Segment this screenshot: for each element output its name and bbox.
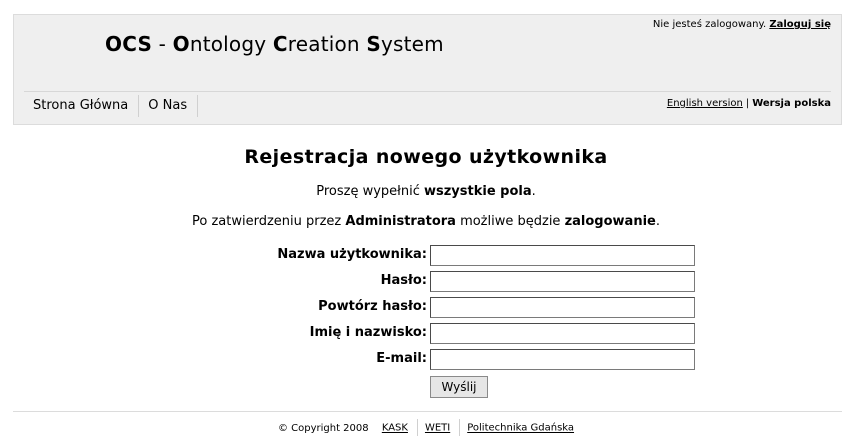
form-row-email: E-mail: bbox=[0, 348, 852, 372]
email-label: E-mail: bbox=[376, 351, 427, 366]
password-repeat-label: Powtórz hasło: bbox=[318, 299, 427, 314]
password-label: Hasło: bbox=[380, 273, 427, 288]
site-title-part: C bbox=[272, 32, 288, 56]
site-title-part: O bbox=[172, 32, 190, 56]
login-link[interactable]: Zaloguj się bbox=[769, 19, 831, 30]
footer-link-kask[interactable]: KASK bbox=[382, 423, 408, 434]
intro-text-1: Proszę wypełnić wszystkie pola. bbox=[0, 184, 852, 199]
english-version-link[interactable]: English version bbox=[667, 98, 743, 109]
intro2-bold: zalogowanie bbox=[564, 214, 656, 229]
form-row-password-repeat: Powtórz hasło: bbox=[0, 296, 852, 320]
intro1-part: Proszę wypełnić bbox=[316, 184, 424, 199]
page-title: Rejestracja nowego użytkownika bbox=[244, 146, 608, 168]
footer-separator bbox=[416, 419, 418, 436]
login-area: Nie jesteś zalogowany. Zaloguj się bbox=[653, 19, 831, 30]
header-divider bbox=[24, 91, 831, 92]
main-nav: Strona Główna O Nas bbox=[24, 95, 199, 117]
page-footer: © Copyright 2008 KASK WETI Politechnika Gd… bbox=[0, 419, 852, 436]
footer-divider bbox=[13, 411, 842, 412]
intro2-bold: Administratora bbox=[345, 214, 456, 229]
footer-link-pg[interactable]: Politechnika Gdańska bbox=[467, 423, 574, 434]
username-label: Nazwa użytkownika: bbox=[277, 247, 427, 262]
language-switcher: English version | Wersja polska bbox=[667, 98, 831, 109]
form-row-fullname: Imię i nazwisko: bbox=[0, 322, 852, 346]
login-status-text: Nie jesteś zalogowany. bbox=[652, 19, 767, 30]
page-header: OCS - Ontology Creation System Nie jeste… bbox=[13, 14, 842, 125]
intro1-part: . bbox=[531, 184, 536, 199]
intro2-part: . bbox=[655, 214, 660, 229]
fullname-label: Imię i nazwisko: bbox=[309, 325, 427, 340]
site-title-part: - bbox=[152, 32, 173, 56]
password-repeat-input[interactable] bbox=[430, 297, 695, 318]
site-title-part: ystem bbox=[380, 32, 444, 56]
intro-text-2: Po zatwierdzeniu przez Administratora mo… bbox=[0, 214, 852, 229]
submit-button[interactable]: Wyślij bbox=[430, 376, 488, 398]
password-input[interactable] bbox=[430, 271, 695, 292]
language-separator: | bbox=[745, 98, 750, 109]
site-title-part: ntology bbox=[189, 32, 273, 56]
site-title: OCS - Ontology Creation System bbox=[105, 32, 444, 56]
form-row-password: Hasło: bbox=[0, 270, 852, 294]
form-row-username: Nazwa użytkownika: bbox=[0, 244, 852, 268]
nav-item-home[interactable]: Strona Główna bbox=[24, 95, 140, 117]
username-input[interactable] bbox=[430, 245, 695, 266]
intro2-part: Po zatwierdzeniu przez bbox=[192, 214, 346, 229]
site-title-part: reation bbox=[287, 32, 367, 56]
footer-separator bbox=[459, 419, 461, 436]
site-title-part: S bbox=[366, 32, 381, 56]
footer-link-weti[interactable]: WETI bbox=[425, 423, 450, 434]
polish-version-link[interactable]: Wersja polska bbox=[752, 98, 831, 109]
nav-item-about[interactable]: O Nas bbox=[139, 95, 199, 117]
email-input[interactable] bbox=[430, 349, 695, 370]
fullname-input[interactable] bbox=[430, 323, 695, 344]
copyright-text: © Copyright 2008 bbox=[277, 422, 369, 434]
intro2-part: możliwe będzie bbox=[455, 214, 565, 229]
site-title-part: OCS bbox=[105, 32, 153, 56]
intro1-bold: wszystkie pola bbox=[423, 184, 532, 199]
